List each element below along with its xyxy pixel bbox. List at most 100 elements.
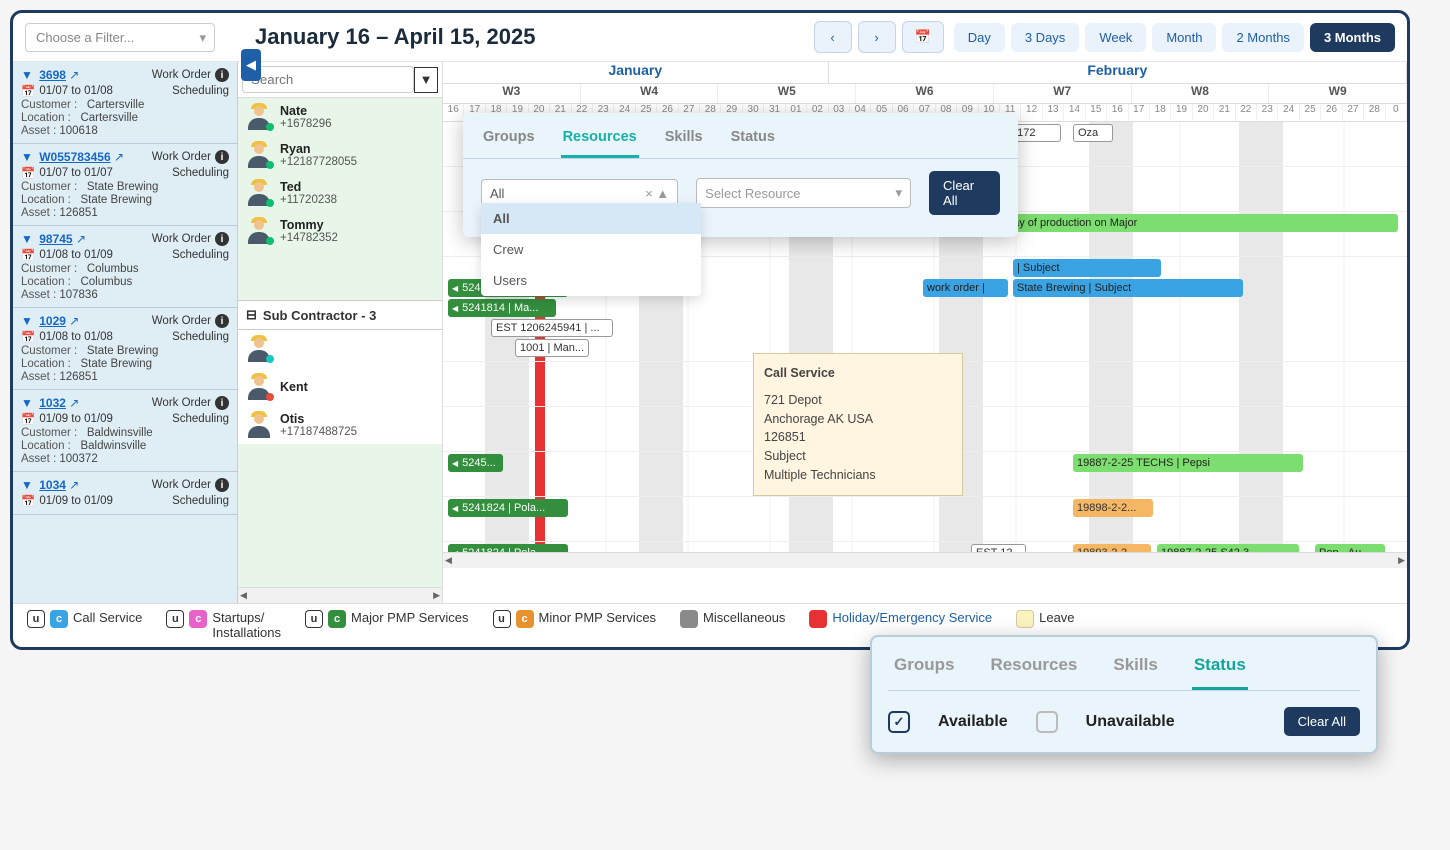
resource-list[interactable]: Nate+1678296Ryan+12187728055Ted+11720238… (238, 98, 442, 587)
task-bar[interactable]: 19887-2-25 TECHS | Pepsi (1073, 454, 1303, 472)
chevron-down-icon[interactable]: ▼ (21, 68, 33, 82)
work-order-link[interactable]: 3698 (39, 68, 66, 82)
open-external-icon[interactable]: ↗ (76, 232, 86, 246)
chevron-down-icon[interactable]: ▼ (21, 150, 33, 164)
calendar-icon-button[interactable]: 📅 (902, 21, 944, 53)
work-order-type: Work Order i (152, 396, 229, 410)
work-order-card[interactable]: ▼ 3698 ↗ Work Order i 📅 01/07 to 01/08 S… (13, 62, 237, 144)
open-external-icon[interactable]: ↗ (69, 314, 79, 328)
open-external-icon[interactable]: ↗ (69, 68, 79, 82)
collapse-sidebar-button[interactable]: ◀ (241, 49, 261, 81)
work-order-card[interactable]: ▼ 1029 ↗ Work Order i 📅 01/08 to 01/08 S… (13, 308, 237, 390)
resource-item[interactable]: Nate+1678296 (238, 98, 442, 136)
task-bar[interactable]: day of production on Major (1003, 214, 1398, 232)
resource-select-combo[interactable]: Select Resource ▾ (696, 178, 911, 208)
range-tab-day[interactable]: Day (954, 23, 1005, 52)
info-icon[interactable]: i (215, 150, 229, 164)
open-external-icon[interactable]: ↗ (114, 150, 124, 164)
task-bar[interactable]: Pep - Au (1315, 544, 1385, 552)
next-button[interactable]: › (858, 21, 896, 53)
filter-tab-resources[interactable]: Resources (561, 123, 639, 158)
range-tab-week[interactable]: Week (1085, 23, 1146, 52)
work-order-link[interactable]: 98745 (39, 232, 72, 246)
task-bar[interactable]: work order | (923, 279, 1008, 297)
task-bar[interactable]: EST 12... (971, 544, 1026, 552)
resource-item[interactable]: Ryan+12187728055 (238, 136, 442, 174)
task-bar[interactable]: EST 1206245941 | ... (491, 319, 613, 337)
dropdown-option[interactable]: Crew (481, 234, 701, 265)
filter-tab-groups[interactable]: Groups (481, 123, 537, 158)
task-bar[interactable]: 5241824 | Pola... (448, 499, 568, 517)
resource-group-header[interactable]: ⊟ Sub Contractor - 3 (238, 300, 442, 330)
legend-item: ucStartups/Installations (166, 610, 281, 641)
clear-all-button[interactable]: Clear All (929, 171, 1000, 215)
search-input[interactable] (242, 66, 414, 93)
work-order-card[interactable]: ▼ 1034 ↗ Work Order i 📅 01/09 to 01/09 S… (13, 472, 237, 515)
info-icon[interactable]: i (215, 232, 229, 246)
task-tooltip: Call Service 721 Depot Anchorage AK USA … (753, 353, 963, 496)
work-order-link[interactable]: 1032 (39, 396, 66, 410)
timeline-hscroll[interactable] (443, 552, 1407, 568)
dropdown-option[interactable]: Users (481, 265, 701, 296)
nav-buttons: ‹ › 📅 (814, 21, 944, 53)
task-bar[interactable]: State Brewing | Subject (1013, 279, 1243, 297)
status-tab-resources[interactable]: Resources (988, 649, 1079, 690)
status-tab-groups[interactable]: Groups (892, 649, 956, 690)
status-tab-status[interactable]: Status (1192, 649, 1248, 690)
task-bar[interactable]: 1001 | Man... (515, 339, 589, 357)
clear-combo-icon[interactable]: × ▲ (645, 186, 669, 201)
info-icon[interactable]: i (215, 396, 229, 410)
info-icon[interactable]: i (215, 314, 229, 328)
task-bar[interactable]: 5245... (448, 454, 503, 472)
info-icon[interactable]: i (215, 478, 229, 492)
prev-button[interactable]: ‹ (814, 21, 852, 53)
filter-tab-status[interactable]: Status (729, 123, 777, 158)
resource-item[interactable]: Tommy+14782352 (238, 212, 442, 250)
chevron-down-icon[interactable]: ▼ (21, 232, 33, 246)
task-bar[interactable]: | Subject (1013, 259, 1161, 277)
resource-item[interactable]: Otis+17187488725 (238, 406, 442, 444)
filter-icon-button[interactable]: ▼ (414, 67, 438, 93)
work-order-card[interactable]: ▼ W055783456 ↗ Work Order i 📅 01/07 to 0… (13, 144, 237, 226)
resource-item[interactable] (238, 330, 442, 368)
unavailable-checkbox[interactable] (1036, 711, 1058, 733)
range-tab-3days[interactable]: 3 Days (1011, 23, 1079, 52)
range-tab-3months[interactable]: 3 Months (1310, 23, 1395, 52)
open-external-icon[interactable]: ↗ (69, 396, 79, 410)
dropdown-option[interactable]: All (481, 203, 701, 234)
chevron-down-icon[interactable]: ▼ (21, 396, 33, 410)
work-order-link[interactable]: W055783456 (39, 150, 110, 164)
filter-dropdown[interactable]: Choose a Filter... (25, 23, 215, 52)
filter-tab-skills[interactable]: Skills (663, 123, 705, 158)
work-order-link[interactable]: 1029 (39, 314, 66, 328)
info-icon[interactable]: i (215, 68, 229, 82)
day-header: 21 (1214, 104, 1235, 121)
work-order-card[interactable]: ▼ 98745 ↗ Work Order i 📅 01/08 to 01/09 … (13, 226, 237, 308)
resource-item[interactable]: Ted+11720238 (238, 174, 442, 212)
task-bar[interactable]: 19893-2-2... (1073, 544, 1151, 552)
resource-item[interactable]: Kent (238, 368, 442, 406)
task-bar[interactable]: 5241824 | Pola... (448, 544, 568, 552)
range-tab-2months[interactable]: 2 Months (1222, 23, 1303, 52)
task-bar[interactable]: 5241814 | Ma... (448, 299, 556, 317)
available-checkbox[interactable] (888, 711, 910, 733)
week-header: W9 (1269, 84, 1407, 103)
resource-hscroll[interactable] (238, 587, 442, 603)
task-bar[interactable]: 19898-2-2... (1073, 499, 1153, 517)
chevron-down-icon[interactable]: ▼ (21, 478, 33, 492)
status-tab-skills[interactable]: Skills (1111, 649, 1159, 690)
task-bar[interactable]: Oza (1073, 124, 1113, 142)
open-external-icon[interactable]: ↗ (69, 478, 79, 492)
work-order-sidebar[interactable]: ▼ 3698 ↗ Work Order i 📅 01/07 to 01/08 S… (13, 62, 238, 603)
task-bar[interactable]: 19887-2-25 S42 3 (1157, 544, 1299, 552)
week-header: W8 (1132, 84, 1270, 103)
status-clear-all-button[interactable]: Clear All (1284, 707, 1360, 736)
wo-date-range: 01/09 to 01/09 (39, 413, 113, 425)
collapse-icon[interactable]: ⊟ (246, 307, 257, 323)
work-order-card[interactable]: ▼ 1032 ↗ Work Order i 📅 01/09 to 01/09 S… (13, 390, 237, 472)
chevron-down-icon[interactable]: ▼ (21, 314, 33, 328)
day-header: 18 (1150, 104, 1171, 121)
work-order-link[interactable]: 1034 (39, 478, 66, 492)
range-tab-month[interactable]: Month (1152, 23, 1216, 52)
wo-date-range: 01/08 to 01/09 (39, 249, 113, 261)
